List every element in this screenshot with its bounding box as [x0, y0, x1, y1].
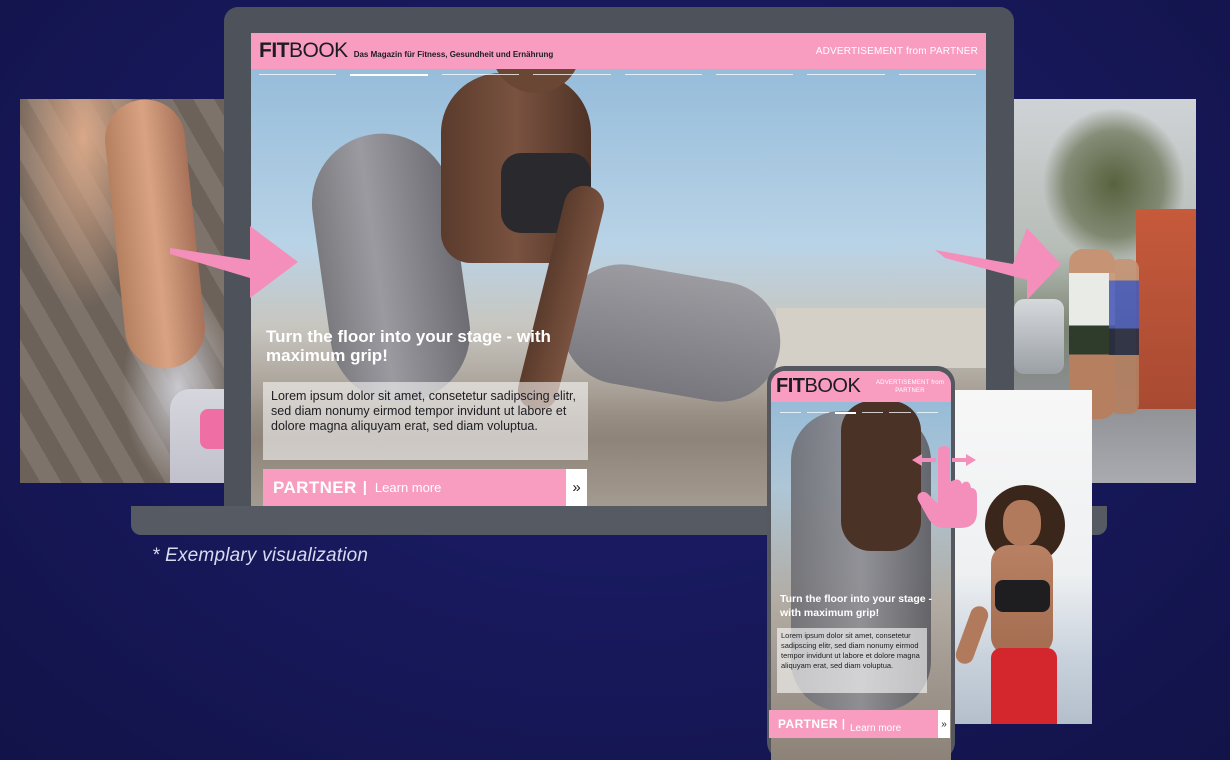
fitbook-logo[interactable]: FIT BOOK	[776, 375, 861, 398]
progress-segment	[898, 74, 976, 75]
running-woman-photo	[955, 390, 1092, 724]
magazine-tagline: Das Magazin für Fitness, Gesundheit und …	[353, 50, 554, 59]
progress-segment	[807, 74, 885, 75]
progress-segment	[807, 412, 829, 413]
ad-headline: Turn the floor into your stage - with ma…	[780, 593, 933, 619]
car-shape	[1014, 299, 1064, 374]
partner-cta-button[interactable]: PARTNER | Learn more	[263, 469, 566, 506]
ad-headline: Turn the floor into your stage - with ma…	[266, 327, 551, 365]
laptop-magazine-header: FIT BOOK Das Magazin für Fitness, Gesundh…	[251, 33, 986, 69]
next-arrow-button[interactable]: »	[566, 469, 587, 506]
arrow-right-icon	[170, 226, 298, 298]
progress-segment	[780, 412, 802, 413]
ad-body-text: Lorem ipsum dolor sit amet, consetetur s…	[263, 382, 588, 460]
learn-more-link[interactable]: Learn more	[850, 723, 901, 734]
advertisement-label: ADVERTISEMENT from PARTNER	[875, 379, 945, 394]
learn-more-link[interactable]: Learn more	[375, 480, 441, 495]
advertisement-label: ADVERTISEMENT from PARTNER	[815, 45, 978, 57]
runner-shape	[1109, 259, 1139, 414]
sea-wall-shape	[776, 308, 986, 368]
progress-segment-active	[350, 74, 428, 76]
logo-fit: FIT	[259, 39, 290, 62]
story-progress-bar	[259, 74, 976, 76]
swipe-hand-icon	[912, 446, 977, 528]
progress-segment-active	[834, 412, 856, 414]
progress-segment	[624, 74, 702, 75]
story-progress-bar	[780, 412, 938, 414]
logo-fit: FIT	[776, 375, 805, 397]
cta-partner-label: PARTNER	[273, 477, 357, 497]
footnote: * Exemplary visualization	[152, 545, 369, 566]
logo-book: BOOK	[289, 39, 348, 62]
ad-body-text: Lorem ipsum dolor sit amet, consetetur s…	[777, 628, 927, 693]
partner-cta-button[interactable]: PARTNER | Learn more	[769, 710, 938, 738]
progress-segment	[916, 412, 938, 413]
arrow-right-icon	[935, 228, 1061, 300]
cta-partner-label: PARTNER	[778, 717, 838, 731]
cta-separator: |	[841, 718, 845, 730]
progress-segment	[441, 74, 520, 75]
next-arrow-button[interactable]: »	[938, 710, 950, 738]
cta-separator: |	[362, 479, 367, 496]
progress-segment	[533, 74, 611, 75]
progress-segment	[889, 412, 911, 413]
fitbook-logo[interactable]: FIT BOOK Das Magazin für Fitness, Gesundh…	[259, 39, 553, 63]
progress-segment	[861, 412, 884, 413]
progress-segment	[715, 74, 794, 75]
building-shape	[1136, 209, 1196, 409]
phone-magazine-header: FIT BOOK ADVERTISEMENT from PARTNER	[771, 371, 951, 402]
progress-segment	[259, 74, 337, 75]
logo-book: BOOK	[804, 375, 861, 397]
phone-ad-image[interactable]	[771, 371, 951, 760]
